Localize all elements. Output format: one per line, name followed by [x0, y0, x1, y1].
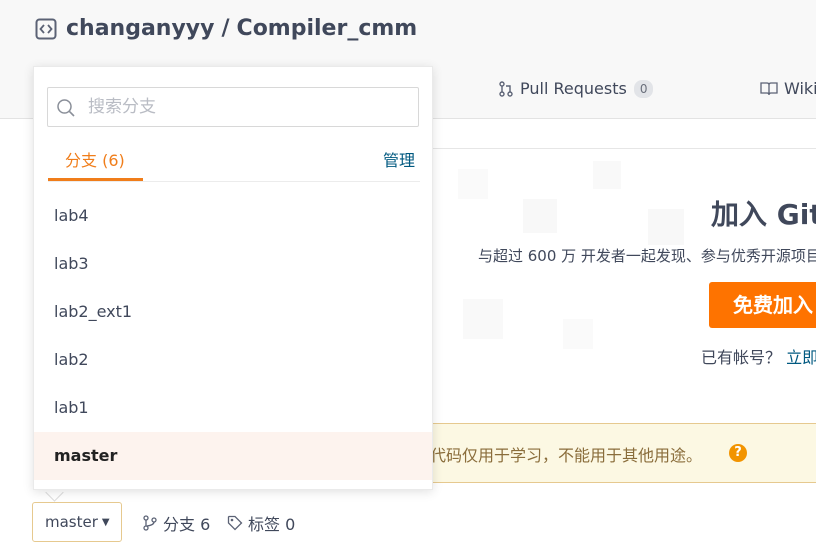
tags-count-label: 标签 0 — [248, 515, 296, 534]
help-icon[interactable]: ? — [729, 444, 747, 462]
join-free-button[interactable]: 免费加入 — [709, 282, 816, 328]
branch-list: lab4 lab3 lab2_ext1 lab2 lab1 master — [34, 192, 432, 480]
tags-count-link[interactable]: 标签 0 — [227, 511, 295, 535]
login-line: 已有帐号？ 立即登录 — [701, 344, 816, 368]
code-icon — [35, 18, 57, 39]
branch-icon — [143, 515, 157, 531]
notice-text: 代码仅用于学习，不能用于其他用途。 — [430, 446, 703, 465]
repo-name-link[interactable]: Compiler_cmm — [237, 16, 418, 41]
tab-active-underline — [48, 178, 143, 181]
branches-count-link[interactable]: 分支 6 — [142, 511, 210, 535]
branch-select-label: master — [45, 513, 98, 531]
manage-branches-link[interactable]: 管理 — [383, 147, 415, 171]
branches-count-label: 分支 6 — [163, 515, 211, 534]
join-card: 加入 Gitee 与超过 600 万 开发者一起发现、参与优秀开源项目 免费加入… — [433, 148, 816, 397]
branch-list-item[interactable]: lab4 — [34, 192, 432, 240]
tab-wiki[interactable]: Wiki — [760, 79, 816, 98]
tab-pull-requests-label: Pull Requests — [520, 79, 627, 98]
branch-search-box — [47, 87, 419, 127]
repo-separator: / — [221, 16, 230, 41]
pull-requests-count-badge: 0 — [633, 79, 654, 98]
login-link[interactable]: 立即登录 — [786, 348, 816, 367]
branch-list-item[interactable]: lab3 — [34, 240, 432, 288]
tab-wiki-label: Wiki — [784, 79, 816, 98]
search-icon — [57, 99, 75, 117]
book-icon — [760, 81, 778, 95]
tab-divider — [48, 181, 420, 182]
notice-bar: 代码仅用于学习，不能用于其他用途。 ? — [400, 423, 816, 483]
branch-dropdown: 分支 (6) 管理 lab4lab3lab2_ext1lab2lab1maste… — [33, 66, 433, 490]
branch-list-item[interactable]: lab1 — [34, 384, 432, 432]
tab-branches[interactable]: 分支 (6) — [65, 147, 125, 171]
join-subtitle: 与超过 600 万 开发者一起发现、参与优秀开源项目 — [478, 247, 816, 265]
login-prompt: 已有帐号？ — [701, 348, 782, 367]
repo-title: changanyyy / Compiler_cmm — [35, 16, 417, 41]
repo-owner-link[interactable]: changanyyy — [66, 16, 215, 41]
pull-request-icon — [499, 80, 513, 97]
join-title: 加入 Gitee — [711, 198, 816, 231]
branch-select-button[interactable]: master ▼ — [32, 502, 122, 542]
branch-list-item[interactable]: master — [34, 432, 432, 480]
branch-list-item[interactable]: lab2 — [34, 336, 432, 384]
tag-icon — [227, 515, 243, 531]
caret-down-icon: ▼ — [101, 516, 110, 528]
tab-pull-requests[interactable]: Pull Requests 0 — [498, 79, 654, 98]
branch-search-input[interactable] — [88, 88, 408, 126]
branch-list-item[interactable]: lab2_ext1 — [34, 288, 432, 336]
